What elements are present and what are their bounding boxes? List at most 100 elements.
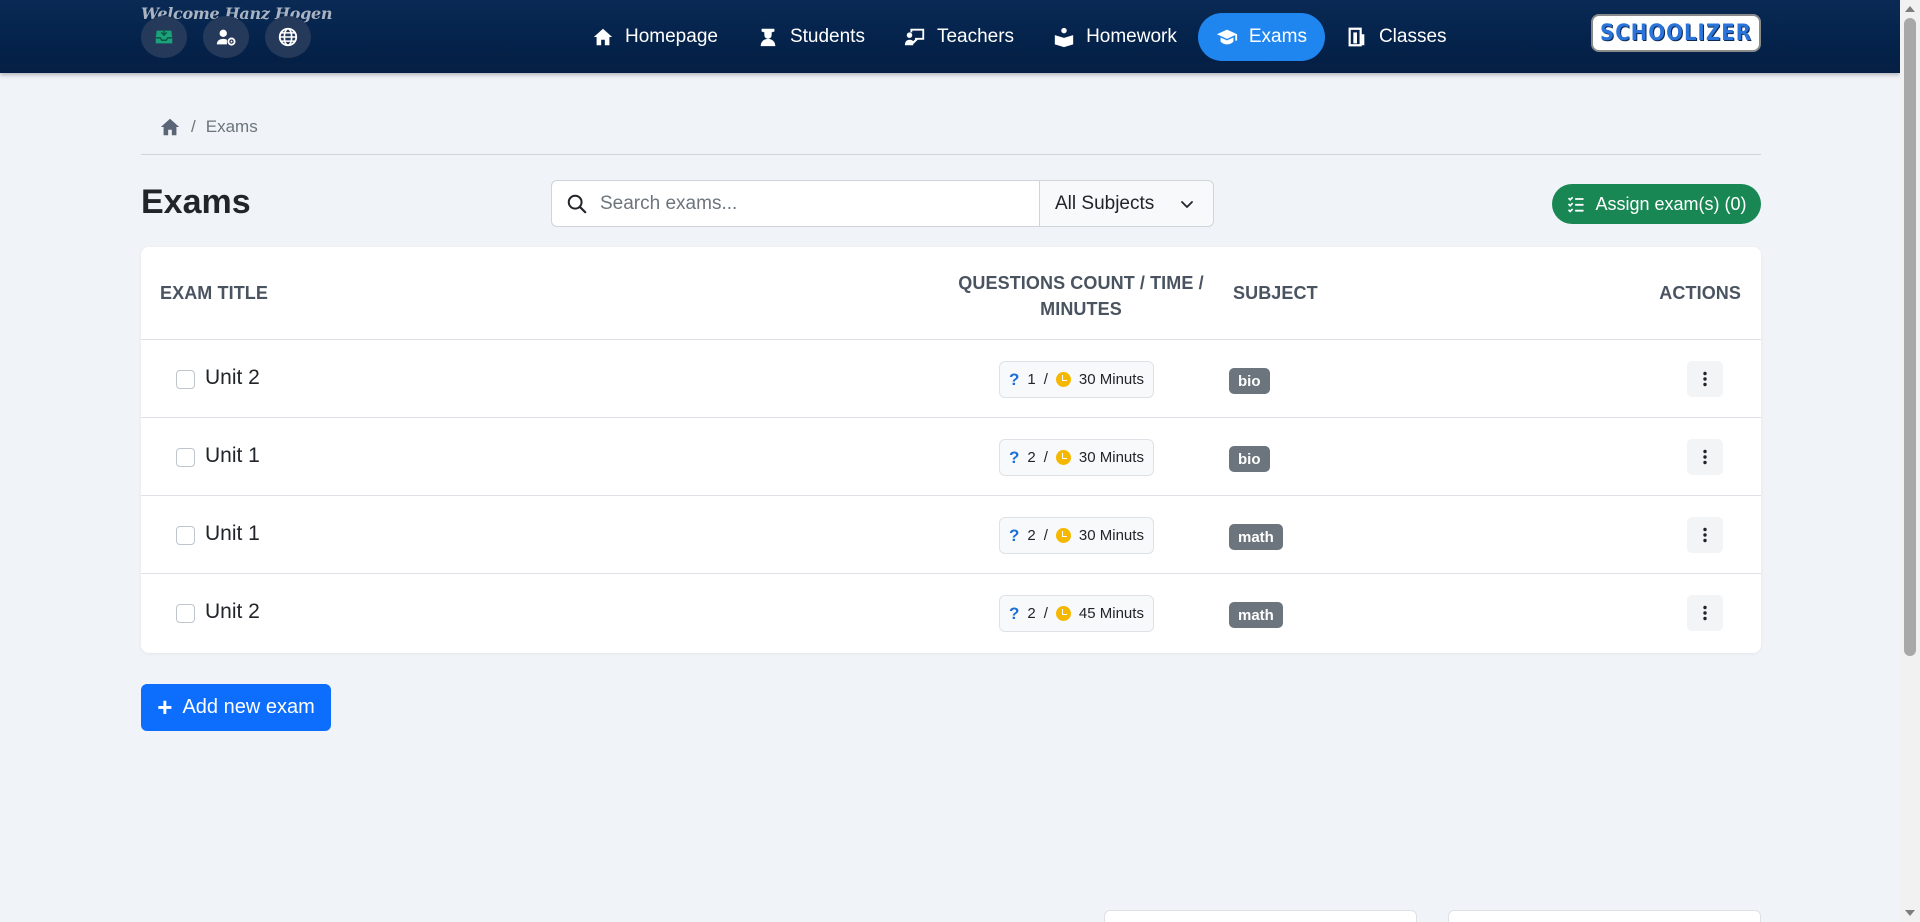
question-icon: ? — [1009, 369, 1020, 389]
exam-title: Unit 1 — [205, 444, 260, 467]
nav-teachers[interactable]: Teachers — [886, 13, 1032, 61]
exam-title: Unit 1 — [205, 522, 260, 545]
nav-homepage[interactable]: Homepage — [574, 13, 736, 61]
inbox-button[interactable] — [141, 16, 187, 58]
row-checkbox[interactable] — [176, 526, 195, 545]
checklist-icon — [1568, 196, 1584, 213]
breadcrumb-current: Exams — [205, 117, 258, 136]
nav-classes[interactable]: Classes — [1328, 13, 1465, 61]
row-checkbox[interactable] — [176, 604, 195, 623]
scrollbar-thumb[interactable] — [1904, 18, 1916, 656]
subject-badge: bio — [1229, 446, 1270, 472]
clock-icon — [1055, 450, 1071, 465]
home-icon — [593, 28, 613, 46]
assign-exams-button[interactable]: Assign exam(s) (0) — [1552, 184, 1761, 224]
questions-time-badge: ? 1 / 30 Minuts — [999, 361, 1154, 398]
questions-count: 2 — [1027, 449, 1036, 466]
subject-badge: math — [1229, 524, 1283, 550]
user-settings-button[interactable] — [203, 16, 249, 58]
chevron-down-icon — [1181, 200, 1193, 208]
nav-homepage-label: Homepage — [625, 26, 718, 47]
nav-exams[interactable]: Exams — [1197, 13, 1325, 61]
nav-teachers-label: Teachers — [936, 26, 1015, 47]
question-icon: ? — [1009, 603, 1020, 623]
kebab-menu-icon — [1703, 449, 1707, 465]
clock-icon — [1055, 372, 1071, 387]
exam-time: 45 Minuts — [1078, 605, 1144, 622]
questions-count: 1 — [1027, 371, 1036, 388]
inbox-icon — [155, 28, 173, 44]
subject-badge: bio — [1229, 368, 1270, 394]
scroll-down-arrow[interactable] — [1905, 910, 1915, 916]
classes-icon — [1348, 27, 1365, 47]
clock-icon — [1055, 606, 1071, 621]
question-icon: ? — [1009, 525, 1020, 545]
scroll-up-arrow[interactable] — [1905, 6, 1915, 12]
table-row[interactable]: Unit 1 ? 2 / 30 Minuts bio — [141, 418, 1761, 496]
graduation-cap-icon — [1216, 29, 1237, 45]
user-settings-icon — [216, 29, 236, 46]
teacher-icon — [904, 28, 925, 46]
table-row[interactable]: Unit 2 ? 1 / 30 Minuts bio — [141, 340, 1761, 418]
exam-time: 30 Minuts — [1078, 449, 1144, 466]
row-actions-button[interactable] — [1687, 595, 1723, 631]
subject-badge: math — [1229, 602, 1283, 628]
column-header-subject: SUBJECT — [1233, 283, 1318, 303]
homework-icon — [1054, 27, 1074, 48]
kebab-menu-icon — [1703, 527, 1707, 543]
questions-time-badge: ? 2 / 45 Minuts — [999, 595, 1154, 632]
kebab-menu-icon — [1703, 605, 1707, 621]
questions-count: 2 — [1027, 527, 1036, 544]
row-actions-button[interactable] — [1687, 361, 1723, 397]
exam-time: 30 Minuts — [1078, 371, 1144, 388]
main-nav: Homepage Students Teachers Homework Exam… — [574, 13, 1468, 61]
clock-icon — [1055, 528, 1071, 543]
breadcrumb-separator: / — [191, 117, 196, 136]
top-navbar: Welcome Hanz Hogen Homepage Students Tea… — [0, 0, 1900, 73]
breadcrumb: / Exams — [159, 116, 258, 138]
student-icon — [760, 28, 776, 47]
breadcrumb-divider — [141, 154, 1761, 155]
exam-title: Unit 2 — [205, 600, 260, 623]
question-icon: ? — [1009, 447, 1020, 467]
nav-students[interactable]: Students — [739, 13, 883, 61]
column-header-questions-time: QUESTIONS COUNT / TIME / MINUTES — [956, 270, 1206, 322]
column-header-actions: ACTIONS — [1659, 283, 1741, 303]
row-actions-button[interactable] — [1687, 517, 1723, 553]
add-new-exam-button[interactable]: + Add new exam — [141, 684, 331, 731]
nav-homework-label: Homework — [1086, 26, 1177, 47]
table-row[interactable]: Unit 1 ? 2 / 30 Minuts math — [141, 496, 1761, 574]
exams-table: EXAM TITLE QUESTIONS COUNT / TIME / MINU… — [141, 247, 1761, 653]
schoolizer-logo[interactable]: SCHOOLIZER — [1591, 14, 1761, 52]
questions-time-badge: ? 2 / 30 Minuts — [999, 517, 1154, 554]
plus-icon: + — [157, 691, 173, 722]
page-scrollbar[interactable] — [1900, 0, 1920, 922]
table-row[interactable]: Unit 2 ? 2 / 45 Minuts math — [141, 574, 1761, 652]
badge-separator: / — [1043, 449, 1048, 466]
search-icon — [567, 194, 587, 213]
row-checkbox[interactable] — [176, 370, 195, 389]
exam-time: 30 Minuts — [1078, 527, 1144, 544]
row-actions-button[interactable] — [1687, 439, 1723, 475]
subject-filter-value: All Subjects — [1055, 192, 1155, 214]
kebab-menu-icon — [1703, 371, 1707, 387]
search-group: All Subjects — [551, 180, 1214, 227]
add-new-exam-label: Add new exam — [182, 696, 315, 718]
subject-filter-select[interactable]: All Subjects — [1040, 181, 1213, 226]
badge-separator: / — [1043, 605, 1048, 622]
nav-exams-label: Exams — [1248, 26, 1307, 47]
language-button[interactable] — [265, 16, 311, 58]
nav-homework[interactable]: Homework — [1035, 13, 1195, 61]
row-checkbox[interactable] — [176, 448, 195, 467]
exam-title: Unit 2 — [205, 366, 260, 389]
questions-time-badge: ? 2 / 30 Minuts — [999, 439, 1154, 476]
badge-separator: / — [1043, 371, 1048, 388]
questions-count: 2 — [1027, 605, 1036, 622]
home-icon[interactable] — [159, 116, 181, 138]
search-box[interactable] — [552, 181, 1040, 226]
bottom-card-right — [1448, 910, 1761, 922]
column-header-questions-line1: QUESTIONS COUNT / TIME / — [958, 273, 1204, 293]
search-input[interactable] — [600, 192, 1020, 215]
globe-icon — [278, 27, 298, 47]
column-header-title: EXAM TITLE — [160, 283, 268, 303]
